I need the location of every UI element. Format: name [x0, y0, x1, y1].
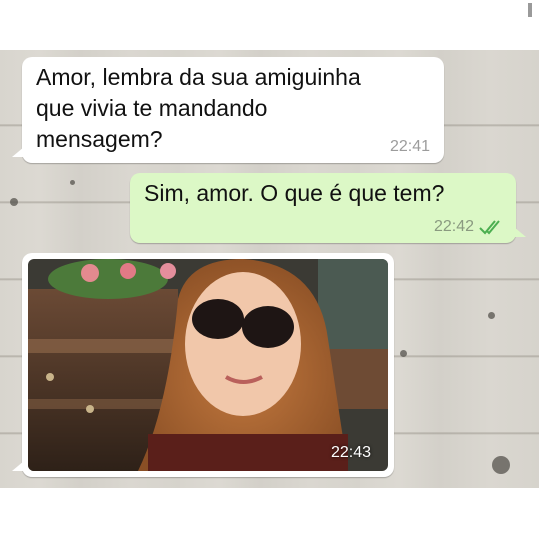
incoming-message-bubble[interactable]: Amor, lembra da sua amiguinha que vivia …: [12, 57, 444, 163]
top-bar: [0, 0, 539, 50]
message-line: Amor, lembra da sua amiguinha: [36, 64, 361, 90]
outgoing-message-bubble[interactable]: Sim, amor. O que é que tem? 22:42: [130, 173, 526, 243]
bubble-tail: [12, 461, 24, 471]
photo-image: [28, 259, 388, 471]
wood-knot: [400, 350, 407, 357]
double-check-icon: [479, 220, 500, 235]
wood-knot: [488, 312, 495, 319]
wood-knot: [492, 456, 510, 474]
bubble-tail: [514, 227, 526, 237]
bubble-tail: [12, 147, 24, 157]
bottom-bar: [0, 488, 539, 533]
message-line: que vivia te mandando: [36, 95, 268, 121]
wood-knot: [10, 198, 18, 206]
incoming-image-message-bubble[interactable]: 22:43: [12, 253, 394, 477]
message-text: Amor, lembra da sua amiguinha que vivia …: [36, 62, 361, 155]
message-timestamp: 22:42: [433, 218, 474, 235]
message-line: mensagem?: [36, 126, 163, 152]
message-text: Sim, amor. O que é que tem?: [144, 180, 445, 206]
status-indicator: [528, 3, 532, 17]
message-timestamp: 22:41: [389, 138, 430, 155]
photo-timestamp: 22:43: [330, 444, 371, 461]
message-photo[interactable]: 22:43: [28, 259, 388, 471]
wood-knot: [70, 180, 75, 185]
